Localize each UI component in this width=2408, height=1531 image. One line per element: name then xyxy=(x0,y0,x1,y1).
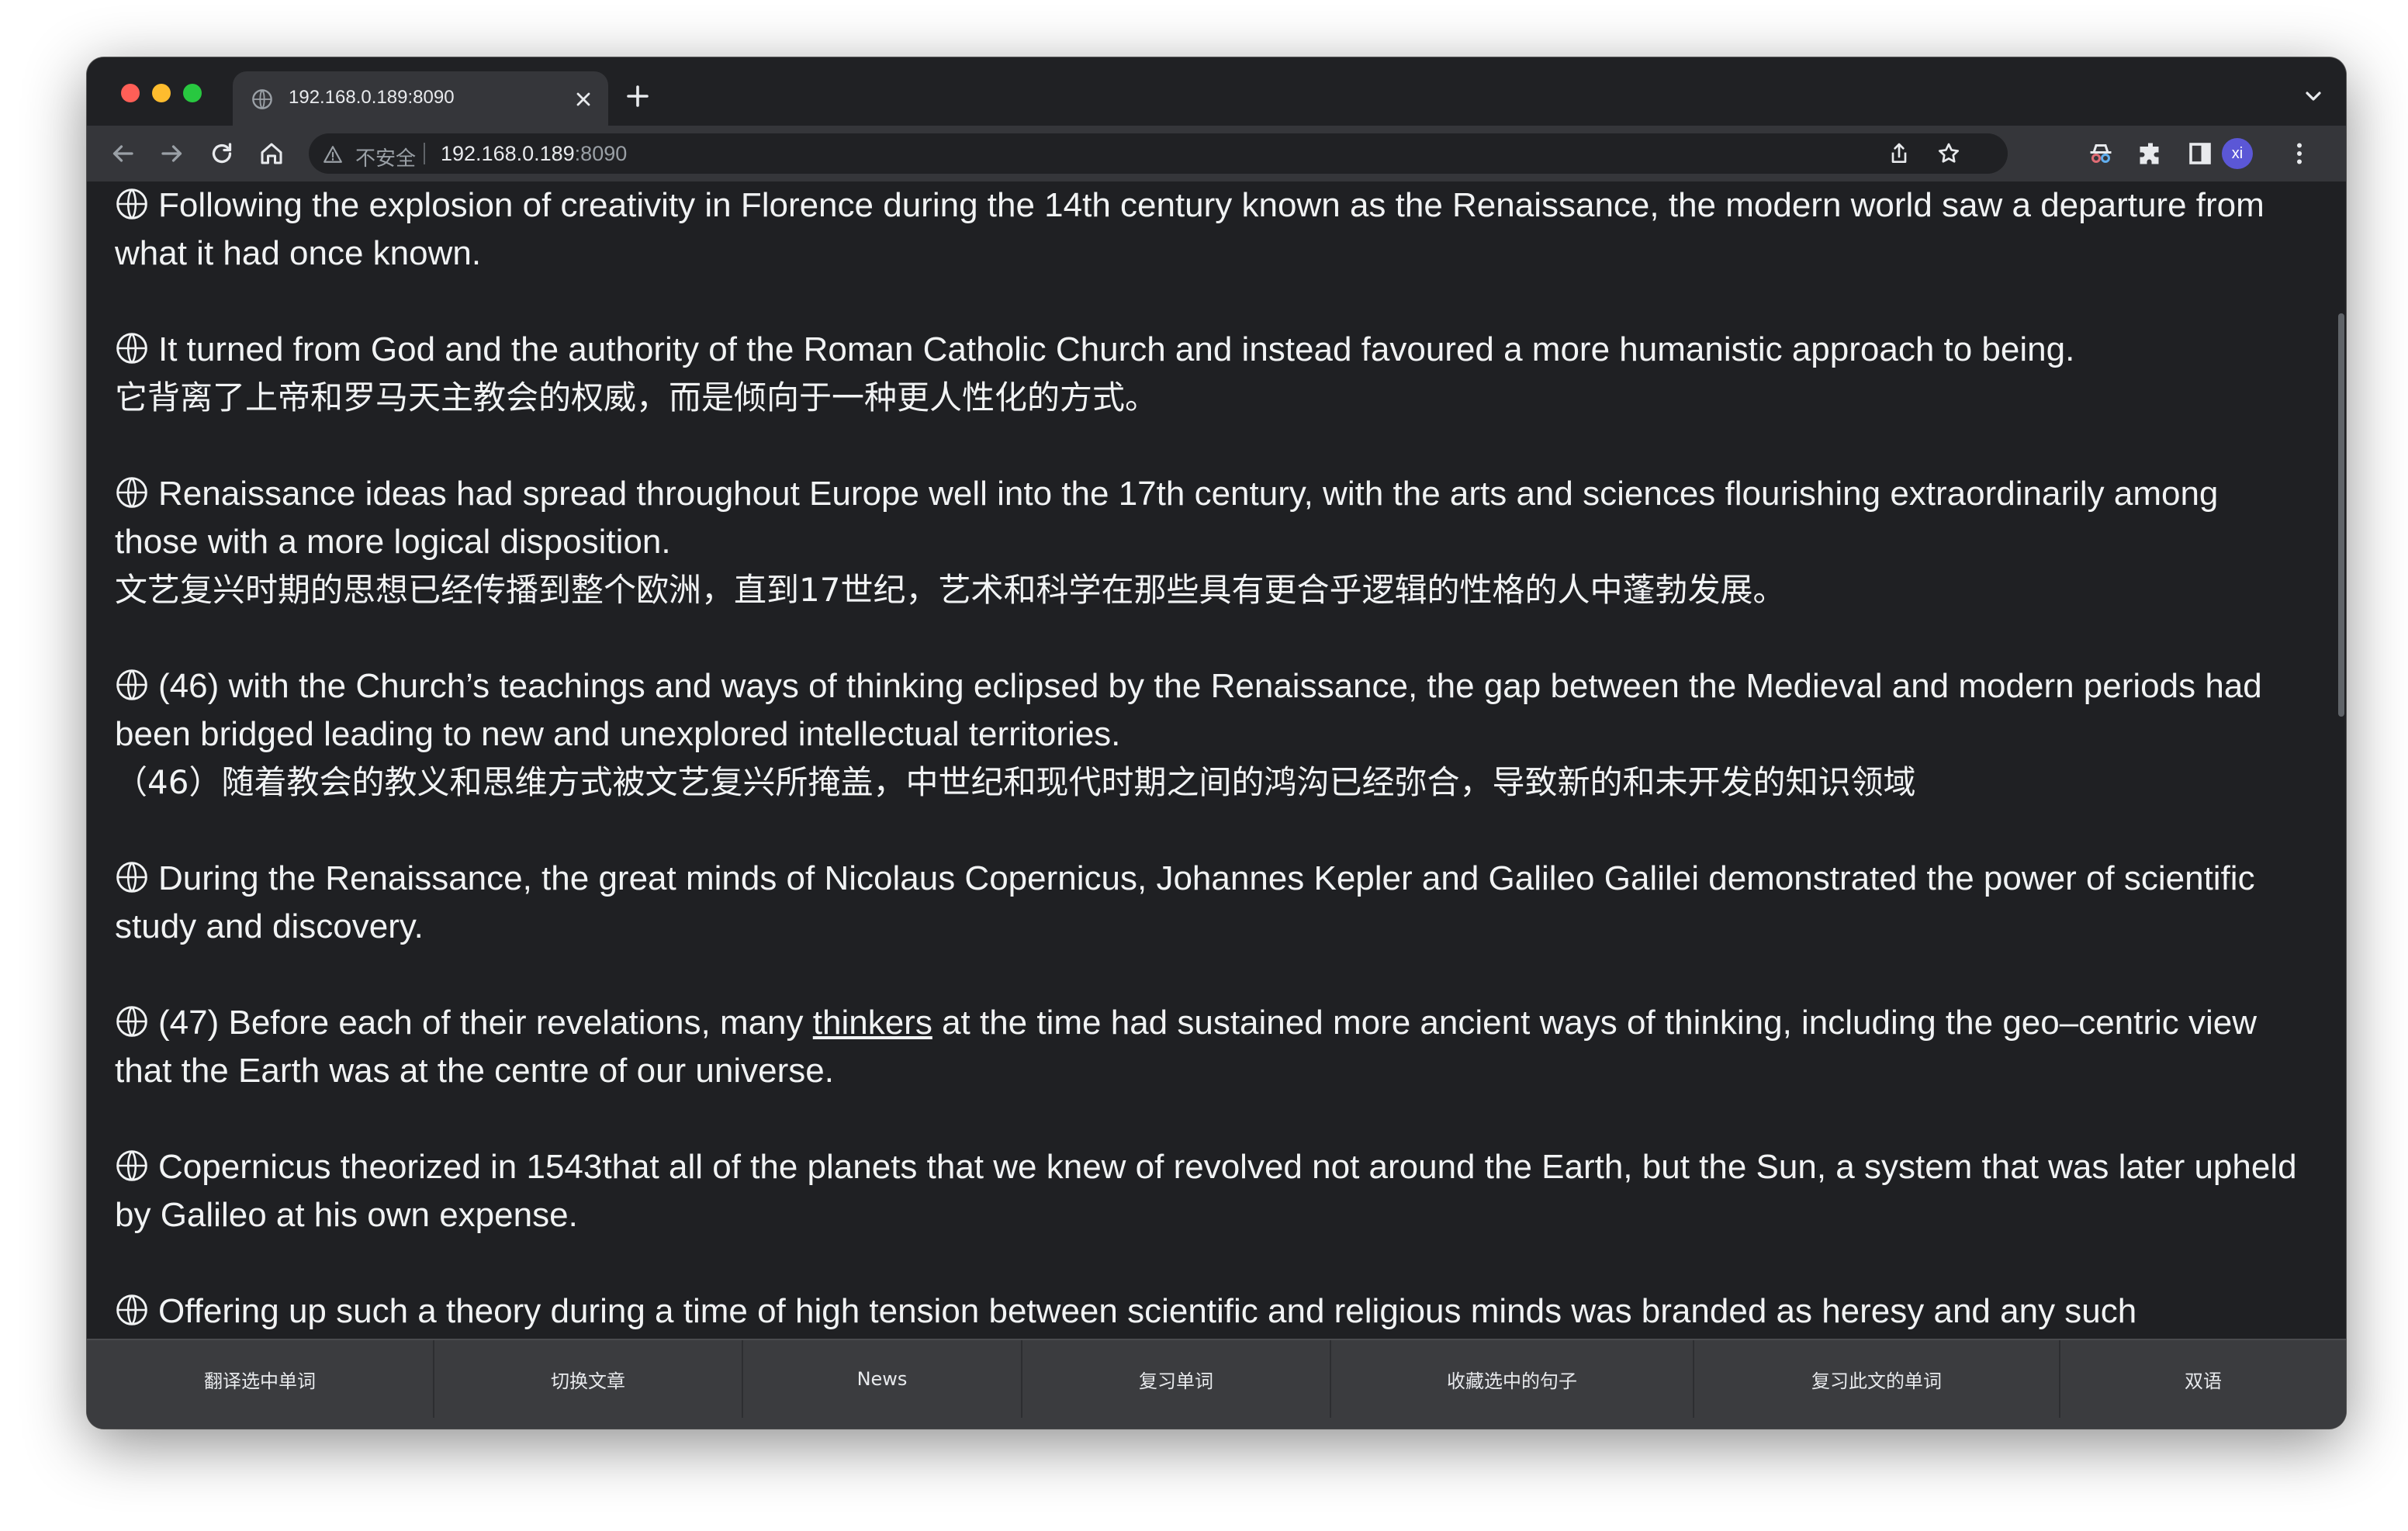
paragraph-chinese: 文艺复兴时期的思想已经传播到整个欧洲，直到17世纪，艺术和科学在那些具有更合乎逻… xyxy=(115,571,1786,609)
highlighted-word-thinkers[interactable]: thinkers xyxy=(813,1004,932,1042)
paragraph-english-text[interactable]: Following the explosion of creativity in… xyxy=(115,186,2264,272)
paragraph-english: (46) with the Church’s teachings and way… xyxy=(115,662,2310,759)
paragraph-english: During the Renaissance, the great minds … xyxy=(115,855,2310,951)
url-host: 192.168.0.189 xyxy=(441,142,575,165)
paragraph: Copernicus theorized in 1543that all of … xyxy=(115,1143,2310,1239)
browser-tab[interactable]: 192.168.0.189:8090 xyxy=(233,71,608,126)
paragraph-english-text[interactable]: It turned from God and the authority of … xyxy=(158,330,2074,368)
review-words-button[interactable]: 复习单词 xyxy=(1022,1340,1331,1418)
translate-globe-icon[interactable] xyxy=(115,860,149,894)
reload-icon[interactable] xyxy=(208,140,236,168)
browser-toolbar: 不安全 192.168.0.189:8090 xi xyxy=(87,126,2346,181)
url-port: :8090 xyxy=(574,142,628,165)
paragraph: (46) with the Church’s teachings and way… xyxy=(115,662,2310,807)
paragraph: Renaissance ideas had spread throughout … xyxy=(115,470,2310,614)
paragraph-english-text[interactable]: During the Renaissance, the great minds … xyxy=(115,859,2255,945)
translate-globe-icon[interactable] xyxy=(115,187,149,221)
paragraph-english: Copernicus theorized in 1543that all of … xyxy=(115,1143,2310,1239)
paragraph-english: (47) Before each of their revelations, m… xyxy=(115,999,2310,1095)
translate-globe-icon[interactable] xyxy=(115,331,149,365)
side-panel-icon[interactable] xyxy=(2186,140,2214,168)
review-article-words-button[interactable]: 复习此文的单词 xyxy=(1694,1340,2060,1418)
paragraph: During the Renaissance, the great minds … xyxy=(115,855,2310,951)
tab-strip: 192.168.0.189:8090 xyxy=(87,57,2346,126)
incognito-extension-icon[interactable] xyxy=(2087,140,2115,168)
paragraph-english-text[interactable]: Offering up such a theory during a time … xyxy=(158,1292,2136,1330)
paragraph: Offering up such a theory during a time … xyxy=(115,1287,2310,1336)
translate-globe-icon[interactable] xyxy=(115,1004,149,1039)
close-window-button[interactable] xyxy=(121,84,140,102)
translate-globe-icon[interactable] xyxy=(115,475,149,510)
forward-icon[interactable] xyxy=(158,140,186,168)
bottom-action-bar: 翻译选中单词 切换文章 News 复习单词 收藏选中的句子 复习此文的单词 双语 xyxy=(87,1339,2346,1429)
scrollbar-thumb[interactable] xyxy=(2338,313,2344,717)
paragraph-english: Renaissance ideas had spread throughout … xyxy=(115,470,2310,566)
paragraph: Following the explosion of creativity in… xyxy=(115,181,2310,278)
browser-window: 192.168.0.189:8090 不安全 192.168.0.189:809… xyxy=(87,57,2346,1429)
url-text[interactable]: 192.168.0.189:8090 xyxy=(441,142,627,166)
translate-globe-icon[interactable] xyxy=(115,1293,149,1327)
minimize-window-button[interactable] xyxy=(152,84,171,102)
paragraph-english: It turned from God and the authority of … xyxy=(115,326,2310,374)
paragraph-english-text[interactable]: (46) with the Church’s teachings and way… xyxy=(115,667,2262,753)
paragraph-english: Offering up such a theory during a time … xyxy=(115,1287,2310,1336)
address-divider xyxy=(424,143,425,164)
paragraph-chinese: （46）随着教会的教义和思维方式被文艺复兴所掩盖，中世纪和现代时期之间的鸿沟已经… xyxy=(115,763,1916,801)
news-button[interactable]: News xyxy=(743,1340,1022,1418)
back-icon[interactable] xyxy=(109,140,137,168)
not-secure-label: 不安全 xyxy=(355,147,417,170)
new-tab-icon[interactable] xyxy=(624,82,652,110)
translate-selected-word-button[interactable]: 翻译选中单词 xyxy=(87,1340,434,1418)
bookmark-star-icon[interactable] xyxy=(1936,141,1961,166)
page-content: Following the explosion of creativity in… xyxy=(87,181,2337,1390)
warning-icon[interactable] xyxy=(323,144,343,164)
paragraph: (47) Before each of their revelations, m… xyxy=(115,999,2310,1095)
profile-avatar[interactable]: xi xyxy=(2222,138,2253,169)
tab-title: 192.168.0.189:8090 xyxy=(289,87,455,108)
paragraph-english-text[interactable]: Renaissance ideas had spread throughout … xyxy=(115,475,2218,561)
share-icon[interactable] xyxy=(1887,141,1912,166)
article: Following the explosion of creativity in… xyxy=(115,181,2310,1384)
paragraph-english: Following the explosion of creativity in… xyxy=(115,181,2310,278)
close-tab-icon[interactable] xyxy=(573,88,594,110)
paragraph-english-text[interactable]: Copernicus theorized in 1543that all of … xyxy=(115,1148,2297,1234)
home-icon[interactable] xyxy=(258,140,285,168)
paragraph-chinese: 它背离了上帝和罗马天主教会的权威，而是倾向于一种更人性化的方式。 xyxy=(115,378,1158,416)
bilingual-toggle-button[interactable]: 双语 xyxy=(2060,1340,2346,1418)
switch-article-button[interactable]: 切换文章 xyxy=(434,1340,743,1418)
translate-globe-icon[interactable] xyxy=(115,668,149,702)
extensions-puzzle-icon[interactable] xyxy=(2136,140,2164,168)
translate-globe-icon[interactable] xyxy=(115,1149,149,1183)
more-menu-icon[interactable] xyxy=(2285,140,2313,168)
vertical-scrollbar[interactable] xyxy=(2337,181,2346,1390)
save-selected-sentence-button[interactable]: 收藏选中的句子 xyxy=(1331,1340,1694,1418)
globe-icon xyxy=(252,89,272,109)
paragraph: It turned from God and the authority of … xyxy=(115,326,2310,422)
address-bar[interactable]: 不安全 192.168.0.189:8090 xyxy=(309,133,2008,174)
zoom-window-button[interactable] xyxy=(183,84,202,102)
paragraph-english-text-before[interactable]: (47) Before each of their revelations, m… xyxy=(158,1004,813,1042)
tab-search-chevron-icon[interactable] xyxy=(2301,84,2326,109)
